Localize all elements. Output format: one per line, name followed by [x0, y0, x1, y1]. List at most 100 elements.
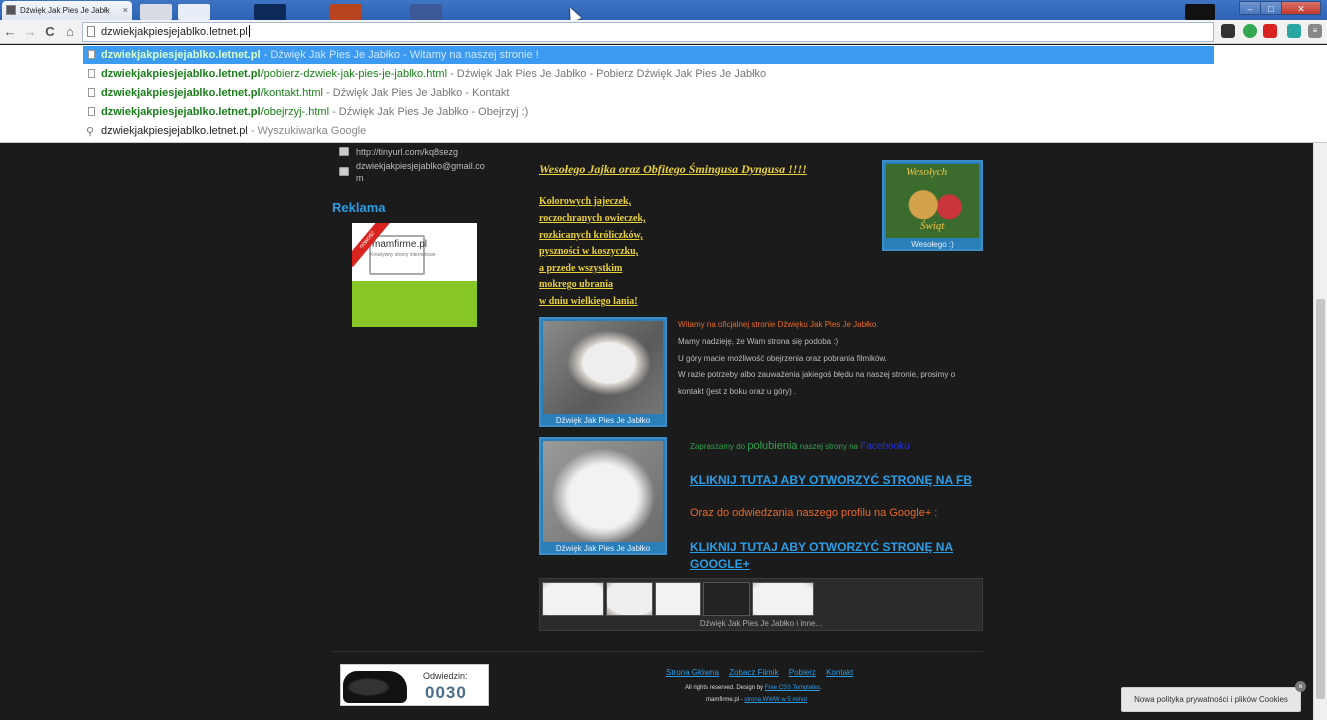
tab-strip: Dźwięk Jak Pies Je Jabłk × – □ ✕ [0, 0, 1327, 20]
forward-button[interactable]: → [22, 23, 38, 41]
suggestion-domain: dzwiekjakpiesjejablko.letnet.pl [101, 106, 261, 118]
dog-photo [543, 321, 663, 414]
welcome-line: U góry macie możliwość obejrzenia oraz p… [678, 354, 887, 363]
facebook-icon[interactable] [410, 4, 442, 20]
reload-button[interactable]: C [42, 23, 58, 41]
rights-text: . [819, 685, 822, 691]
facebook-link[interactable]: KLIKNIJ TUTAJ ABY OTWORZYĆ STRONĘ NA FB [690, 473, 972, 487]
gallery-caption: Dźwięk Jak Pies Je Jabłko i inne... [699, 619, 823, 628]
photo-box[interactable]: Dźwięk Jak Pies Je Jabłko [539, 437, 667, 555]
address-bar[interactable]: dzwiekjakpiesjejablko.letnet.pl [82, 22, 1214, 42]
footer-link-home[interactable]: Strona Główna [666, 668, 719, 677]
page-icon [88, 107, 95, 116]
omnibox-suggestions: dzwiekjakpiesjejablko.letnet.pl - Dźwięk… [0, 45, 1327, 143]
extension-icon[interactable] [1243, 24, 1257, 38]
suggestion-path: /obejrzyj-.html [260, 106, 330, 118]
suggestion-item[interactable]: dzwiekjakpiesjejablko.letnet.pl/pobierz-… [83, 65, 1214, 83]
footer-link-video[interactable]: Zobacz Filmik [729, 668, 778, 677]
browser-tab[interactable]: Dźwięk Jak Pies Je Jabłk × [2, 1, 132, 20]
easter-caption: Wesołego :) [911, 240, 954, 249]
home-button[interactable]: ⌂ [62, 23, 78, 41]
footer-divider [332, 651, 983, 652]
maximize-button[interactable]: □ [1260, 1, 1282, 15]
gplus-link[interactable]: KLIKNIJ TUTAJ ABY OTWORZYĆ STRONĘ NA [690, 540, 953, 554]
suggestion-path: /kontakt.html [260, 87, 323, 99]
ad-subtitle: Kreatywny strony internetowe [370, 252, 436, 258]
cookie-notice[interactable]: Nowa polityka prywatności i plików Cooki… [1121, 687, 1301, 712]
search-icon: ⚲ [86, 126, 95, 138]
page-icon [87, 26, 95, 37]
window-controls: – □ ✕ [1239, 1, 1321, 15]
poem-line: Kolorowych jajeczek, [539, 196, 632, 207]
gallery-thumb[interactable] [606, 582, 653, 616]
tab-favicon-icon [6, 5, 16, 15]
tinyurl-link[interactable]: http://tinyurl.com/kq8sezg [356, 147, 458, 157]
minimize-button[interactable]: – [1239, 1, 1261, 15]
gallery-thumb[interactable] [655, 582, 701, 616]
email-line-1[interactable]: dzwiekjakpiesjejablko@gmail.co [356, 161, 485, 171]
gplus-link[interactable]: GOOGLE+ [690, 557, 750, 571]
easter-image-text: Wesołych [906, 166, 948, 178]
suggestion-desc: - Dźwięk Jak Pies Je Jabłko - Pobierz Dź… [447, 68, 767, 80]
design-credit-link[interactable]: Free CSS Templates [765, 685, 820, 691]
tab-title: Dźwięk Jak Pies Je Jabłk [20, 6, 110, 15]
mamfirme-link[interactable]: strona WWW w 5 minut [744, 697, 807, 703]
page-icon [88, 88, 95, 97]
search-engine: - Wyszukiwarka Google [247, 125, 367, 137]
mamfirme-text: mamfirme.pl - [706, 697, 745, 703]
ad-banner[interactable]: mamfirme.pl Kreatywny strony internetowe… [352, 223, 477, 327]
poem-line: a przede wszystkim [539, 263, 623, 274]
page-icon [88, 50, 95, 59]
social-intro-text: naszej strony na [797, 442, 861, 451]
scrollbar[interactable] [1313, 143, 1327, 720]
poem-line: roczochranych owieczek, [539, 213, 646, 224]
back-button[interactable]: ← [2, 23, 18, 41]
incognito-extension-icon[interactable] [1221, 24, 1235, 38]
suggestion-path: /pobierz-dzwiek-jak-pies-je-jablko.html [260, 68, 448, 80]
gallery-thumb[interactable] [703, 582, 750, 616]
suggestion-item[interactable]: dzwiekjakpiesjejablko.letnet.pl - Dźwięk… [83, 46, 1214, 64]
welcome-line: Mamy nadzieję, że Wam strona się podoba … [678, 337, 839, 346]
gallery-thumb[interactable] [542, 582, 604, 616]
poem-line: w dniu wielkiego lania! [539, 296, 638, 307]
taskbar-app-icon[interactable] [140, 4, 172, 20]
photo-box[interactable]: Dźwięk Jak Pies Je Jabłko [539, 317, 667, 427]
rights-text: All rights reserved. Design by [685, 685, 765, 691]
gplus-intro: Oraz do odwiedzania naszego profilu na G… [690, 507, 938, 519]
scrollbar-thumb[interactable] [1316, 299, 1325, 699]
poem-line: rozkicanych króliczków, [539, 230, 643, 241]
facebook-word-link[interactable]: Facebooku [860, 441, 909, 452]
taskbar-app-icon[interactable] [330, 4, 362, 20]
link-icon [339, 147, 349, 156]
gallery-thumb[interactable] [752, 582, 814, 616]
close-window-button[interactable]: ✕ [1281, 1, 1321, 15]
cookie-close-icon[interactable]: × [1295, 681, 1306, 692]
search-suggestion[interactable]: ⚲ dzwiekjakpiesjejablko.letnet.pl - Wysz… [83, 122, 1214, 140]
easter-image-text: Świąt [920, 220, 945, 232]
suggestion-desc: - Dźwięk Jak Pies Je Jabłko - Kontakt [322, 87, 510, 99]
easter-eggs-image: Wesołych Świąt [886, 164, 979, 238]
page-icon [88, 69, 95, 78]
taskbar-app-icon[interactable] [178, 4, 210, 20]
browser-toolbar: ← → C ⌂ dzwiekjakpiesjejablko.letnet.pl … [0, 20, 1327, 44]
chrome-menu-icon[interactable]: ≡ [1308, 24, 1322, 38]
suggestion-domain: dzwiekjakpiesjejablko.letnet.pl [101, 87, 261, 99]
email-line-2[interactable]: m [356, 173, 364, 183]
photoshop-icon[interactable] [254, 4, 286, 20]
social-intro: Zapraszamy do polubienia naszej strony n… [690, 440, 910, 452]
suggestion-desc: - Dźwięk Jak Pies Je Jabłko - Witamy na … [260, 49, 539, 61]
easter-image-box[interactable]: Wesołych Świąt Wesołego :) [882, 160, 983, 251]
mail-icon [339, 167, 349, 176]
search-query: dzwiekjakpiesjejablko.letnet.pl [101, 125, 248, 137]
suggestion-item[interactable]: dzwiekjakpiesjejablko.letnet.pl/kontakt.… [83, 84, 1214, 102]
footer-link-contact[interactable]: Kontakt [826, 668, 853, 677]
extension-icon[interactable] [1263, 24, 1277, 38]
suggestion-item[interactable]: dzwiekjakpiesjejablko.letnet.pl/obejrzyj… [83, 103, 1214, 121]
suggestion-desc: - Dźwięk Jak Pies Je Jabłko - Obejrzyj :… [329, 106, 529, 118]
tab-close-icon[interactable]: × [123, 1, 128, 20]
taskbar-app-icon[interactable] [1185, 4, 1215, 20]
social-intro-highlight: polubienia [747, 440, 798, 452]
extension-icon[interactable] [1287, 24, 1301, 38]
video-gallery: Dźwięk Jak Pies Je Jabłko i inne... [539, 578, 983, 631]
footer-link-download[interactable]: Pobierz [789, 668, 816, 677]
